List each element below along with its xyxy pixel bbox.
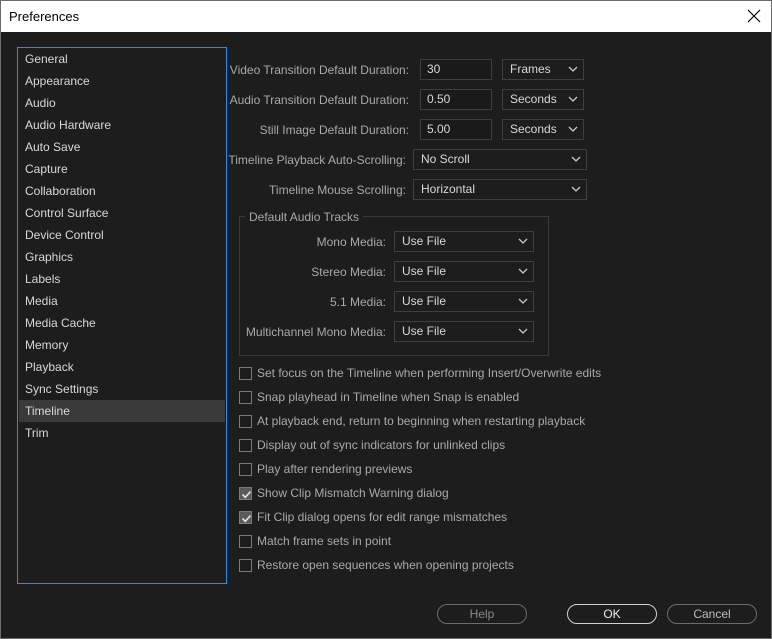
video-transition-unit-value: Frames bbox=[510, 62, 551, 76]
checkbox-box[interactable] bbox=[239, 534, 252, 548]
checkbox-clip-mismatch-warning[interactable]: Show Clip Mismatch Warning dialog bbox=[239, 484, 449, 502]
checkbox-label: Match frame sets in point bbox=[257, 534, 392, 548]
mouse-scrolling-dropdown[interactable]: Horizontal bbox=[413, 179, 587, 200]
checkbox-focus-timeline[interactable]: Set focus on the Timeline when performin… bbox=[239, 364, 601, 382]
five-one-media-label: 5.1 Media: bbox=[329, 295, 386, 309]
mono-media-label: Mono Media: bbox=[316, 235, 386, 249]
sidebar-item-general[interactable]: General bbox=[19, 48, 225, 70]
playback-autoscroll-value: No Scroll bbox=[421, 152, 470, 166]
default-audio-tracks-title: Default Audio Tracks bbox=[245, 210, 364, 224]
sidebar-item-auto-save[interactable]: Auto Save bbox=[19, 136, 225, 158]
audio-transition-duration-input[interactable]: 0.50 bbox=[420, 89, 492, 110]
playback-autoscroll-dropdown[interactable]: No Scroll bbox=[413, 149, 587, 170]
preferences-category-list[interactable]: General Appearance Audio Audio Hardware … bbox=[17, 47, 227, 584]
sidebar-item-timeline[interactable]: Timeline bbox=[19, 400, 225, 422]
mouse-scrolling-value: Horizontal bbox=[421, 182, 476, 196]
checkbox-out-of-sync-indicators[interactable]: Display out of sync indicators for unlin… bbox=[239, 436, 505, 454]
checkbox-label: Play after rendering previews bbox=[257, 462, 413, 476]
video-transition-label: Video Transition Default Duration: bbox=[229, 63, 409, 77]
mono-media-dropdown[interactable]: Use File bbox=[394, 231, 534, 252]
stereo-media-label: Stereo Media: bbox=[311, 265, 386, 279]
window-title: Preferences bbox=[9, 9, 80, 24]
checkbox-box[interactable] bbox=[239, 366, 252, 380]
checkbox-label: Display out of sync indicators for unlin… bbox=[257, 438, 506, 452]
chevron-down-icon bbox=[568, 126, 578, 132]
preferences-dialog: Preferences General Appearance Audio Aud… bbox=[0, 0, 772, 639]
audio-transition-label: Audio Transition Default Duration: bbox=[229, 93, 409, 107]
five-one-media-dropdown[interactable]: Use File bbox=[394, 291, 534, 312]
sidebar-item-memory[interactable]: Memory bbox=[19, 334, 225, 356]
still-image-label: Still Image Default Duration: bbox=[259, 123, 409, 137]
sidebar-item-sync-settings[interactable]: Sync Settings bbox=[19, 378, 225, 400]
checkbox-box[interactable] bbox=[239, 558, 252, 572]
chevron-down-icon bbox=[568, 66, 578, 72]
checkbox-match-frame-in-point[interactable]: Match frame sets in point bbox=[239, 532, 391, 550]
checkbox-box[interactable] bbox=[239, 414, 252, 428]
checkbox-box[interactable] bbox=[239, 390, 252, 404]
chevron-down-icon bbox=[571, 186, 581, 192]
sidebar-item-appearance[interactable]: Appearance bbox=[19, 70, 225, 92]
chevron-down-icon bbox=[571, 156, 581, 162]
sidebar-item-labels[interactable]: Labels bbox=[19, 268, 225, 290]
check-icon bbox=[241, 490, 252, 498]
multichannel-mono-value: Use File bbox=[402, 324, 447, 338]
sidebar-item-playback[interactable]: Playback bbox=[19, 356, 225, 378]
checkbox-label: Snap playhead in Timeline when Snap is e… bbox=[257, 390, 520, 404]
sidebar-item-media-cache[interactable]: Media Cache bbox=[19, 312, 225, 334]
checkbox-return-to-beginning[interactable]: At playback end, return to beginning whe… bbox=[239, 412, 585, 430]
sidebar-item-media[interactable]: Media bbox=[19, 290, 225, 312]
checkbox-label: Fit Clip dialog opens for edit range mis… bbox=[257, 510, 508, 524]
sidebar-item-audio[interactable]: Audio bbox=[19, 92, 225, 114]
sidebar-item-control-surface[interactable]: Control Surface bbox=[19, 202, 225, 224]
help-button[interactable]: Help bbox=[437, 604, 527, 624]
checkbox-play-after-rendering[interactable]: Play after rendering previews bbox=[239, 460, 412, 478]
sidebar-item-capture[interactable]: Capture bbox=[19, 158, 225, 180]
checkbox-restore-open-sequences[interactable]: Restore open sequences when opening proj… bbox=[239, 556, 514, 574]
mouse-scrolling-label: Timeline Mouse Scrolling: bbox=[269, 183, 406, 197]
mono-media-value: Use File bbox=[402, 234, 447, 248]
title-bar: Preferences bbox=[1, 1, 771, 32]
audio-transition-unit-value: Seconds bbox=[510, 92, 557, 106]
chevron-down-icon bbox=[518, 298, 528, 304]
stereo-media-dropdown[interactable]: Use File bbox=[394, 261, 534, 282]
ok-button[interactable]: OK bbox=[567, 604, 657, 624]
checkbox-label: Show Clip Mismatch Warning dialog bbox=[257, 486, 449, 500]
video-transition-duration-input[interactable]: 30 bbox=[420, 59, 492, 80]
video-transition-unit-dropdown[interactable]: Frames bbox=[502, 59, 584, 80]
close-icon bbox=[747, 9, 761, 23]
playback-autoscroll-label: Timeline Playback Auto-Scrolling: bbox=[228, 153, 406, 167]
checkbox-fit-clip-dialog[interactable]: Fit Clip dialog opens for edit range mis… bbox=[239, 508, 507, 526]
multichannel-mono-label: Multichannel Mono Media: bbox=[245, 325, 386, 339]
checkbox-snap-playhead[interactable]: Snap playhead in Timeline when Snap is e… bbox=[239, 388, 519, 406]
audio-transition-unit-dropdown[interactable]: Seconds bbox=[502, 89, 584, 110]
stereo-media-value: Use File bbox=[402, 264, 447, 278]
checkbox-box[interactable] bbox=[239, 438, 252, 452]
close-button[interactable] bbox=[743, 5, 765, 27]
checkbox-label: At playback end, return to beginning whe… bbox=[257, 414, 586, 428]
chevron-down-icon bbox=[518, 238, 528, 244]
sidebar-item-trim[interactable]: Trim bbox=[19, 422, 225, 444]
checkbox-box[interactable] bbox=[239, 462, 252, 476]
chevron-down-icon bbox=[568, 96, 578, 102]
sidebar-item-audio-hardware[interactable]: Audio Hardware bbox=[19, 114, 225, 136]
still-image-duration-input[interactable]: 5.00 bbox=[420, 119, 492, 140]
still-image-unit-dropdown[interactable]: Seconds bbox=[502, 119, 584, 140]
checkbox-box[interactable] bbox=[239, 486, 252, 500]
sidebar-item-device-control[interactable]: Device Control bbox=[19, 224, 225, 246]
checkbox-label: Restore open sequences when opening proj… bbox=[257, 558, 514, 572]
check-icon bbox=[241, 514, 252, 522]
five-one-media-value: Use File bbox=[402, 294, 447, 308]
checkbox-label: Set focus on the Timeline when performin… bbox=[257, 366, 602, 380]
chevron-down-icon bbox=[518, 328, 528, 334]
checkbox-box[interactable] bbox=[239, 510, 252, 524]
sidebar-item-graphics[interactable]: Graphics bbox=[19, 246, 225, 268]
still-image-unit-value: Seconds bbox=[510, 122, 557, 136]
multichannel-mono-dropdown[interactable]: Use File bbox=[394, 321, 534, 342]
chevron-down-icon bbox=[518, 268, 528, 274]
sidebar-item-collaboration[interactable]: Collaboration bbox=[19, 180, 225, 202]
cancel-button[interactable]: Cancel bbox=[667, 604, 757, 624]
